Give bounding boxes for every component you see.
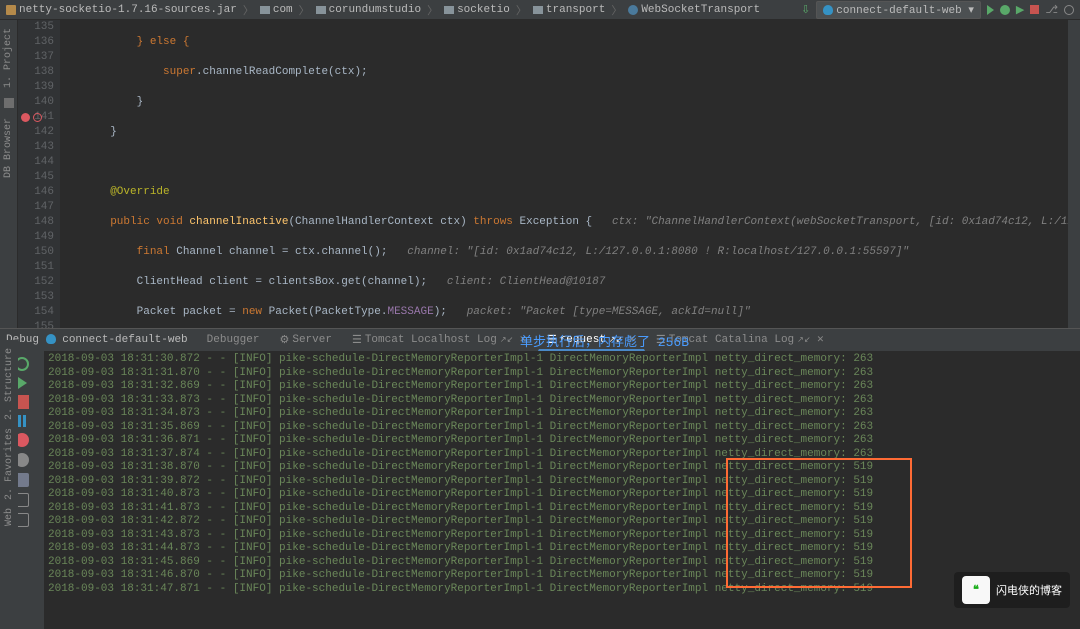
web-toolwindow-button[interactable]: Web [4, 508, 15, 526]
log-row: 2018-09-03 18:31:43.873 - - [INFO] pike-… [48, 529, 1076, 543]
folder-icon [444, 6, 454, 14]
favorites-toolwindow-button[interactable]: 2. Favorites [4, 428, 15, 500]
tomcat-localhost-log-tab[interactable]: ☰ Tomcat Localhost Log↗↙✕ [343, 330, 536, 350]
bug-icon [823, 5, 833, 15]
folder-icon [533, 6, 543, 14]
debug-toolwindow: Debug connect-default-web Debugger ⚙ Ser… [0, 328, 1080, 628]
watermark: ❝ 闪电侠的博客 [954, 572, 1070, 608]
log-row: 2018-09-03 18:31:40.873 - - [INFO] pike-… [48, 488, 1076, 502]
log-row: 2018-09-03 18:31:42.872 - - [INFO] pike-… [48, 515, 1076, 529]
log-row: 2018-09-03 18:31:37.874 - - [INFO] pike-… [48, 448, 1076, 462]
breakpoint-icon[interactable] [21, 113, 30, 122]
editor-gutter[interactable]: 135 136 137 138 139 140 141 142 143 144 … [18, 20, 60, 328]
class-icon [628, 5, 638, 15]
structure-toolwindow-button[interactable]: 2. Structure [4, 348, 15, 420]
debugger-tab[interactable]: Debugger [198, 331, 269, 349]
code-area[interactable]: } else { super.channelReadComplete(ctx);… [60, 20, 1068, 328]
db-browser-toolwindow-button[interactable]: DB Browser [3, 118, 14, 178]
breadcrumb-pkg[interactable]: socketio [444, 4, 510, 16]
resume-button[interactable] [18, 377, 27, 389]
log-row: 2018-09-03 18:31:45.869 - - [INFO] pike-… [48, 556, 1076, 570]
log-row: 2018-09-03 18:31:35.869 - - [INFO] pike-… [48, 421, 1076, 435]
log-row: 2018-09-03 18:31:30.872 - - [INFO] pike-… [48, 353, 1076, 367]
log-row: 2018-09-03 18:31:34.873 - - [INFO] pike-… [48, 407, 1076, 421]
navigation-bar: netty-socketio-1.7.16-sources.jar〉 com〉 … [0, 0, 1080, 20]
run-coverage-icon[interactable]: ▶ [1016, 3, 1024, 17]
log-row: 2018-09-03 18:31:44.873 - - [INFO] pike-… [48, 542, 1076, 556]
method-icon [33, 113, 42, 122]
run-button[interactable] [987, 5, 994, 15]
log-row: 2018-09-03 18:31:38.870 - - [INFO] pike-… [48, 461, 1076, 475]
editor-scrollbar[interactable] [1068, 20, 1080, 328]
pause-button[interactable] [18, 415, 26, 427]
log-row: 2018-09-03 18:31:32.869 - - [INFO] pike-… [48, 380, 1076, 394]
run-configuration-select[interactable]: connect-default-web ▾ [816, 1, 981, 19]
stop-button[interactable] [1030, 5, 1039, 14]
left-toolwindow-strip-lower: 2. Structure 2. Favorites Web [0, 340, 18, 600]
breadcrumb-pkg[interactable]: com [260, 4, 293, 16]
breadcrumb-jar[interactable]: netty-socketio-1.7.16-sources.jar [6, 4, 237, 16]
git-icon[interactable]: ⎇ [1045, 3, 1058, 17]
folder-icon [316, 6, 326, 14]
debug-title: Debug connect-default-web [6, 334, 188, 346]
build-icon[interactable]: ⇩ [801, 3, 810, 17]
project-toolwindow-button[interactable]: 1. Project [3, 28, 14, 88]
log-row: 2018-09-03 18:31:39.872 - - [INFO] pike-… [48, 475, 1076, 489]
log-row: 2018-09-03 18:31:33.873 - - [INFO] pike-… [48, 394, 1076, 408]
left-toolwindow-strip: 1. Project DB Browser [0, 20, 18, 328]
folder-icon [260, 6, 270, 14]
toolwindow-icon[interactable] [4, 98, 14, 108]
wechat-icon: ❝ [962, 576, 990, 604]
console-output[interactable]: 2018-09-03 18:31:30.872 - - [INFO] pike-… [44, 351, 1080, 629]
log-row: 2018-09-03 18:31:46.870 - - [INFO] pike-… [48, 569, 1076, 583]
annotation-text: 单步执行后，内存彪了 256B [520, 331, 689, 350]
bug-icon [46, 334, 56, 344]
editor[interactable]: 135 136 137 138 139 140 141 142 143 144 … [18, 20, 1080, 328]
log-row: 2018-09-03 18:31:41.873 - - [INFO] pike-… [48, 502, 1076, 516]
log-row: 2018-09-03 18:31:36.871 - - [INFO] pike-… [48, 434, 1076, 448]
breadcrumb-pkg[interactable]: corundumstudio [316, 4, 421, 16]
jar-icon [6, 5, 16, 15]
log-row: 2018-09-03 18:31:47.871 - - [INFO] pike-… [48, 583, 1076, 597]
breadcrumb-pkg[interactable]: transport [533, 4, 605, 16]
log-row: 2018-09-03 18:31:31.870 - - [INFO] pike-… [48, 367, 1076, 381]
breadcrumb: netty-socketio-1.7.16-sources.jar〉 com〉 … [6, 2, 760, 18]
debug-button[interactable] [1000, 5, 1010, 15]
breadcrumb-class[interactable]: WebSocketTransport [628, 4, 760, 16]
search-icon[interactable] [1064, 5, 1074, 15]
server-tab[interactable]: ⚙ Server [270, 330, 340, 350]
